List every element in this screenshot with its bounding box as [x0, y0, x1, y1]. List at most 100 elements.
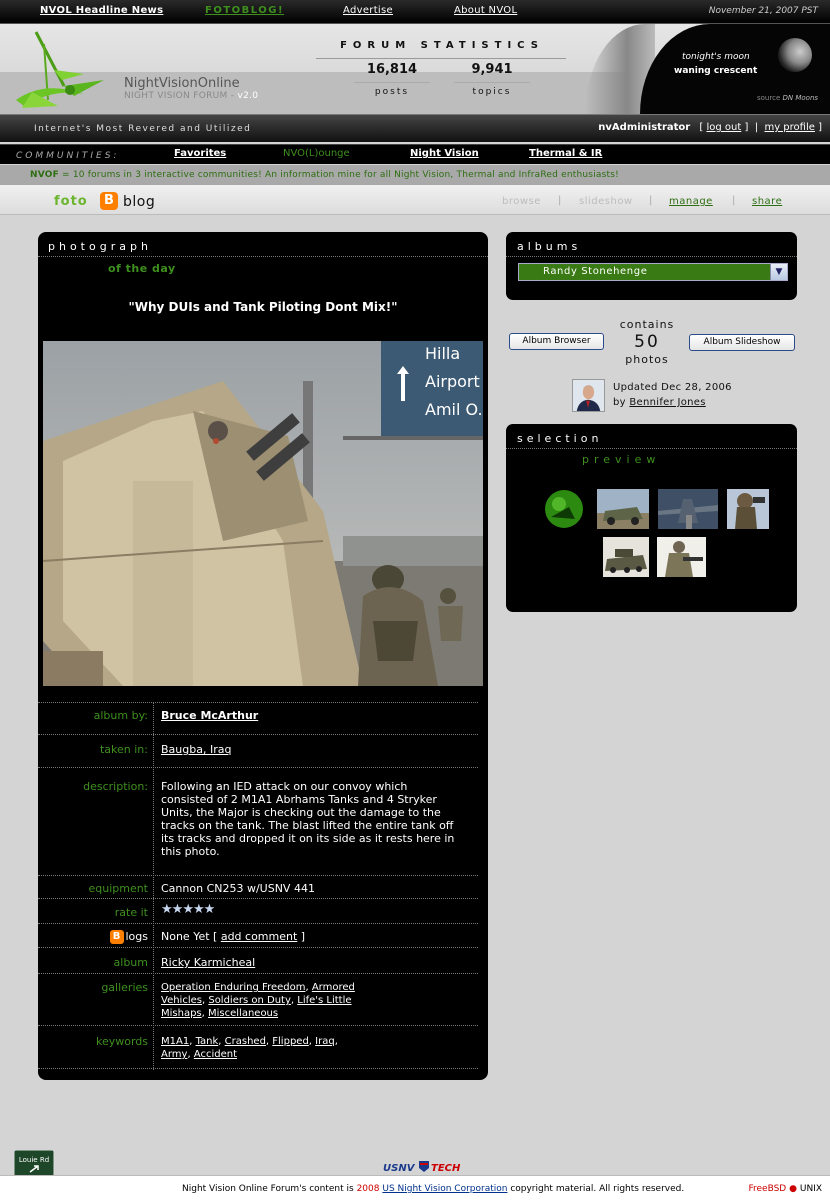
galleries-list: Operation Enduring Freedom, Armored Vehi… [161, 982, 355, 1019]
rating-stars[interactable]: ★★★★★ [161, 903, 461, 916]
divider [38, 923, 478, 924]
label-divider [153, 702, 154, 1070]
star-icon[interactable]: ★ [182, 902, 194, 917]
blognav-sep: | [732, 195, 736, 206]
updated-date: Updated Dec 28, 2006 [613, 382, 732, 393]
moon-icon [778, 38, 812, 72]
chevron-down-icon[interactable]: ▼ [770, 264, 787, 280]
preview-thumbnail[interactable] [597, 489, 649, 529]
star-icon[interactable]: ★ [161, 902, 173, 917]
preview-thumbnail[interactable] [539, 489, 588, 529]
panel-title: photograph [48, 240, 152, 253]
blogs-close: ] [300, 930, 306, 943]
user-bar: Internet's Most Revered and Utilized nvA… [0, 114, 830, 142]
star-icon[interactable]: ★ [172, 902, 184, 917]
keyword-link[interactable]: Tank [196, 1036, 219, 1047]
album-updated-info: Updated Dec 28, 2006 by Bennifer Jones [613, 380, 732, 410]
preview-thumbnail[interactable] [603, 537, 649, 577]
author-avatar[interactable] [572, 379, 605, 412]
divider [38, 947, 478, 948]
blogger-icon: B [109, 930, 124, 944]
album-by-link[interactable]: Bruce McArthur [161, 709, 258, 722]
preview-thumbnail[interactable] [658, 489, 718, 529]
communities-label: COMMUNITIES: [16, 151, 120, 161]
blogs-value: None Yet [ add comment ] [161, 930, 461, 943]
author-line: by Bennifer Jones [613, 395, 732, 410]
taken-in-link[interactable]: Baugba, Iraq [161, 743, 231, 756]
info-message: = 10 forums in 3 interactive communities… [58, 170, 619, 180]
preview-thumbnail[interactable] [657, 537, 706, 577]
author-link[interactable]: Bennifer Jones [629, 397, 705, 408]
featured-photo[interactable]: Hilla Airport Amil O. [43, 341, 483, 686]
gallery-link[interactable]: Operation Enduring Freedom [161, 982, 305, 993]
nvol-logo-icon[interactable] [14, 30, 114, 110]
blog-nav: foto B blog browse | slideshow | manage … [0, 185, 830, 215]
keyword-link[interactable]: Army [161, 1049, 187, 1060]
preview-thumbnail[interactable] [727, 489, 769, 529]
gallery-link[interactable]: Miscellaneous [208, 1008, 278, 1019]
photos-label: photos [625, 353, 669, 366]
company-link[interactable]: US Night Vision Corporation [382, 1184, 507, 1194]
divider [506, 256, 797, 257]
site-subtitle-text: NIGHT VISION FORUM - [124, 91, 238, 101]
blognav-slideshow[interactable]: slideshow [579, 196, 633, 207]
nav-advertise[interactable]: Advertise [343, 5, 393, 16]
keyword-link[interactable]: Crashed [225, 1036, 266, 1047]
divider [38, 767, 478, 768]
rate-label: rate it [114, 906, 148, 919]
copyright-text: Night Vision Online Forum's content is 2… [182, 1184, 684, 1194]
blog-foto-label: foto [54, 194, 88, 209]
divider [38, 256, 488, 257]
album-link[interactable]: Ricky Karmicheal [161, 956, 255, 969]
gallery-link[interactable]: Soldiers on Duty [208, 995, 291, 1006]
selection-title: selection [517, 432, 603, 445]
blognav-share[interactable]: share [752, 196, 782, 207]
divider [38, 734, 478, 735]
star-icon[interactable]: ★ [193, 902, 205, 917]
logout-link[interactable]: log out [706, 122, 741, 133]
community-thermal-ir[interactable]: Thermal & IR [529, 148, 602, 159]
community-favorites[interactable]: Favorites [174, 148, 226, 159]
album-by-label: album by: [93, 709, 148, 722]
album-select-value: Randy Stonehenge [543, 266, 648, 277]
album-browser-button[interactable]: Album Browser [509, 333, 604, 350]
divider [38, 702, 478, 703]
community-night-vision[interactable]: Night Vision [410, 148, 479, 159]
add-comment-link[interactable]: add comment [221, 930, 297, 943]
posts-count: 16,814 [366, 62, 418, 77]
blognav-browse[interactable]: browse [502, 196, 541, 207]
galleries-label: galleries [101, 981, 148, 994]
moon-source-name: DN Moons [782, 94, 819, 102]
svg-text:Hilla: Hilla [425, 344, 460, 363]
site-subtitle: NIGHT VISION FORUM - v2.0 [124, 91, 258, 101]
albums-panel: albums Randy Stonehenge ▼ [506, 232, 797, 300]
nav-about[interactable]: About NVOL [454, 5, 517, 16]
moon-source: source DN Moons [757, 94, 818, 102]
album-select[interactable]: Randy Stonehenge ▼ [518, 263, 788, 281]
topics-separator [454, 82, 530, 83]
freebsd-text: FreeBSD [748, 1184, 787, 1194]
usnv-tech-logo[interactable]: USNV TECH [383, 1158, 463, 1174]
star-icon[interactable]: ★ [204, 902, 216, 917]
keyword-link[interactable]: Accident [194, 1049, 237, 1060]
keyword-link[interactable]: Flipped [272, 1036, 309, 1047]
blognav-manage[interactable]: manage [669, 196, 713, 207]
username: nvAdministrator [598, 122, 691, 133]
info-brand: NVOF [30, 170, 59, 180]
keyword-link[interactable]: M1A1 [161, 1036, 189, 1047]
divider [38, 1068, 478, 1069]
freebsd-badge[interactable]: FreeBSD ● UNIX [748, 1184, 822, 1194]
description-text: Following an IED attack on our convoy wh… [161, 780, 455, 858]
communities-bar: COMMUNITIES: Favorites NVO(L)ounge Night… [0, 144, 830, 164]
keywords-label: keywords [95, 1035, 148, 1048]
keyword-link[interactable]: Iraq [315, 1036, 335, 1047]
street-sign-text: Louie Rd [19, 1156, 49, 1164]
nav-fotoblog[interactable]: FOTOBLOG! [205, 5, 284, 16]
contains-label: contains [619, 318, 675, 331]
tech-text: TECH [431, 1163, 461, 1174]
album-slideshow-button[interactable]: Album Slideshow [689, 334, 795, 351]
nav-headline-news[interactable]: NVOL Headline News [40, 5, 163, 16]
blognav-sep: | [558, 195, 562, 206]
profile-link[interactable]: my profile [764, 122, 814, 133]
community-lounge[interactable]: NVO(L)ounge [283, 148, 350, 159]
